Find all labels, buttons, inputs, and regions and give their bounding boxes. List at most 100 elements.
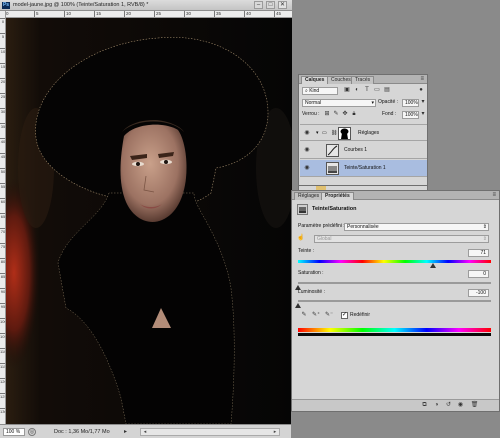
- visibility-eye-icon[interactable]: ◉: [303, 165, 311, 171]
- tab-traces[interactable]: Tracés: [351, 76, 375, 84]
- hue-input[interactable]: 71: [468, 249, 489, 257]
- lightness-label: Luminosité :: [298, 289, 325, 295]
- layer-row-teinte-saturation[interactable]: ◉ Teinte/Saturation 1: [300, 160, 427, 177]
- preset-value: Personnalisée: [347, 224, 379, 230]
- layer-row-reglages[interactable]: ◉ ▾ ▭ ⛓︎ Réglages: [300, 124, 427, 141]
- layer-name: Réglages: [358, 130, 380, 136]
- colorize-checkbox[interactable]: ✓: [341, 312, 348, 319]
- lock-label: Verrou :: [302, 111, 320, 117]
- visibility-eye-icon[interactable]: ◉: [303, 130, 311, 136]
- preset-dropdown-icon: ⇕: [482, 224, 487, 230]
- layers-panel: Calques Couches Tracés ≡ ⌕ Kind ▣ ◐ T ▭ …: [298, 74, 428, 186]
- ruler-h-tick-label: 40: [244, 11, 252, 17]
- scroll-right-icon[interactable]: ▸: [271, 429, 279, 435]
- zoom-field[interactable]: 100 %: [3, 428, 25, 436]
- channel-value: Global: [317, 236, 332, 242]
- filter-adjustment-icon[interactable]: ◐: [353, 87, 361, 95]
- minimize-button[interactable]: –: [254, 1, 263, 9]
- document-window: Ps model-jaune.jpg @ 100% (Teinte/Satura…: [0, 0, 292, 438]
- image-canvas[interactable]: [6, 18, 292, 424]
- colorize-label: Redéfinir: [350, 312, 371, 318]
- preset-select[interactable]: Personnalisée ⇕: [344, 223, 489, 231]
- status-info-icon[interactable]: ◎: [28, 428, 36, 436]
- saturation-input[interactable]: 0: [468, 270, 489, 278]
- channel-dropdown-icon: ⇕: [482, 236, 487, 242]
- opacity-dropdown-icon[interactable]: ▾: [419, 99, 427, 107]
- lightness-input[interactable]: -100: [468, 289, 489, 297]
- horizontal-ruler[interactable]: 05101520253035404550556065707580859095: [6, 11, 292, 18]
- eyedropper-icon[interactable]: ✎: [300, 312, 308, 320]
- filter-shape-icon[interactable]: ▭: [373, 87, 381, 95]
- curves-adjustment-icon: [326, 144, 339, 157]
- output-spectrum-bar: [298, 333, 491, 336]
- group-expand-icon[interactable]: ▾: [316, 130, 319, 137]
- scroll-left-icon[interactable]: ◂: [141, 429, 149, 435]
- chain-link-icon[interactable]: ⛓︎: [331, 130, 337, 137]
- tab-reglages[interactable]: Réglages: [294, 192, 324, 200]
- panel-menu-icon[interactable]: ≡: [420, 76, 424, 83]
- opacity-input[interactable]: 100%: [402, 99, 419, 107]
- eyedropper-add-icon[interactable]: ✎⁺: [312, 312, 320, 320]
- ruler-h-tick-label: 15: [94, 11, 102, 17]
- properties-tabbar: Réglages Propriétés ≡: [292, 191, 499, 200]
- fill-dropdown-icon[interactable]: ▾: [419, 111, 427, 119]
- channel-select[interactable]: Global ⇕: [314, 235, 489, 243]
- lightness-slider-track[interactable]: [298, 300, 491, 302]
- status-bar: 100 % ◎ Doc : 1,36 Mo/1,77 Mo ▸ ◂ ▸: [0, 424, 292, 438]
- layer-row-courbes[interactable]: ◉ Courbes 1: [300, 142, 427, 159]
- horizontal-scrollbar[interactable]: ◂ ▸: [140, 428, 280, 436]
- layer-name: Teinte/Saturation 1: [344, 165, 386, 171]
- group-mask-thumbnail[interactable]: [338, 127, 351, 140]
- fill-input[interactable]: 100%: [402, 111, 419, 119]
- adjustment-title: Teinte/Saturation: [312, 206, 357, 212]
- lock-image-icon[interactable]: ✎: [332, 111, 340, 119]
- ruler-h-tick-label: 0: [6, 11, 9, 16]
- filter-pixel-icon[interactable]: ▣: [343, 87, 351, 95]
- clip-to-layer-icon[interactable]: ⧉: [420, 402, 429, 410]
- targeted-adjustment-icon[interactable]: ☝: [297, 235, 305, 243]
- ruler-h-tick-label: 5: [34, 11, 39, 17]
- blend-mode-select[interactable]: Normal ▾: [302, 99, 376, 107]
- lock-transparent-icon[interactable]: ⊞: [323, 111, 331, 119]
- hue-gradient-bar: [298, 260, 491, 263]
- reset-icon[interactable]: ↺: [444, 402, 453, 410]
- tab-proprietes[interactable]: Propriétés: [321, 192, 354, 200]
- layer-filter-kind[interactable]: ⌕ Kind: [302, 87, 338, 95]
- tab-calques[interactable]: Calques: [301, 76, 329, 84]
- filter-smart-object-icon[interactable]: ▤: [383, 87, 391, 95]
- blend-mode-value: Normal: [305, 100, 322, 106]
- hue-slider-thumb[interactable]: [429, 263, 436, 268]
- panel-menu-icon[interactable]: ≡: [492, 192, 496, 199]
- eyedropper-subtract-icon[interactable]: ✎⁻: [325, 312, 333, 320]
- lock-all-icon[interactable]: 🔒︎: [350, 111, 358, 119]
- folder-icon: ▭: [322, 130, 327, 136]
- saturation-slider-track[interactable]: [298, 282, 491, 284]
- mask-silhouette-icon: [339, 128, 350, 139]
- curves-glyph-icon: [327, 145, 338, 156]
- layers-tabbar: Calques Couches Tracés ≡: [299, 75, 427, 84]
- document-titlebar[interactable]: Ps model-jaune.jpg @ 100% (Teinte/Satura…: [0, 0, 292, 11]
- photoshop-logo-icon: Ps: [2, 2, 10, 9]
- hue-glyph-icon: [328, 166, 337, 173]
- properties-footer: ⧉ ◑ ↺ ◉ 🗑︎: [292, 399, 499, 411]
- filter-type-icon[interactable]: T: [363, 87, 371, 95]
- photo-artwork: [6, 18, 292, 424]
- hue-sat-glyph-icon: [299, 207, 306, 213]
- view-previous-state-icon[interactable]: ◑: [432, 402, 441, 410]
- lock-position-icon[interactable]: ✥: [341, 111, 349, 119]
- filter-toggle-icon[interactable]: ●: [417, 87, 425, 95]
- filter-kind-label: Kind: [309, 88, 320, 94]
- maximize-button[interactable]: □: [266, 1, 275, 9]
- lightness-slider-thumb[interactable]: [295, 303, 301, 308]
- document-size: Doc : 1,36 Mo/1,77 Mo: [54, 429, 110, 435]
- toggle-visibility-icon[interactable]: ◉: [456, 402, 465, 410]
- visibility-eye-icon[interactable]: ◉: [303, 147, 311, 153]
- ruler-h-tick-label: 30: [184, 11, 192, 17]
- hue-saturation-adjustment-icon: [326, 162, 339, 175]
- delete-icon[interactable]: 🗑︎: [470, 402, 479, 410]
- input-spectrum-bar: [298, 328, 491, 332]
- status-menu-arrow-icon[interactable]: ▸: [124, 428, 127, 435]
- close-button[interactable]: ✕: [278, 1, 287, 9]
- ruler-h-tick-label: 35: [214, 11, 222, 17]
- ruler-h-tick-label: 45: [274, 11, 282, 17]
